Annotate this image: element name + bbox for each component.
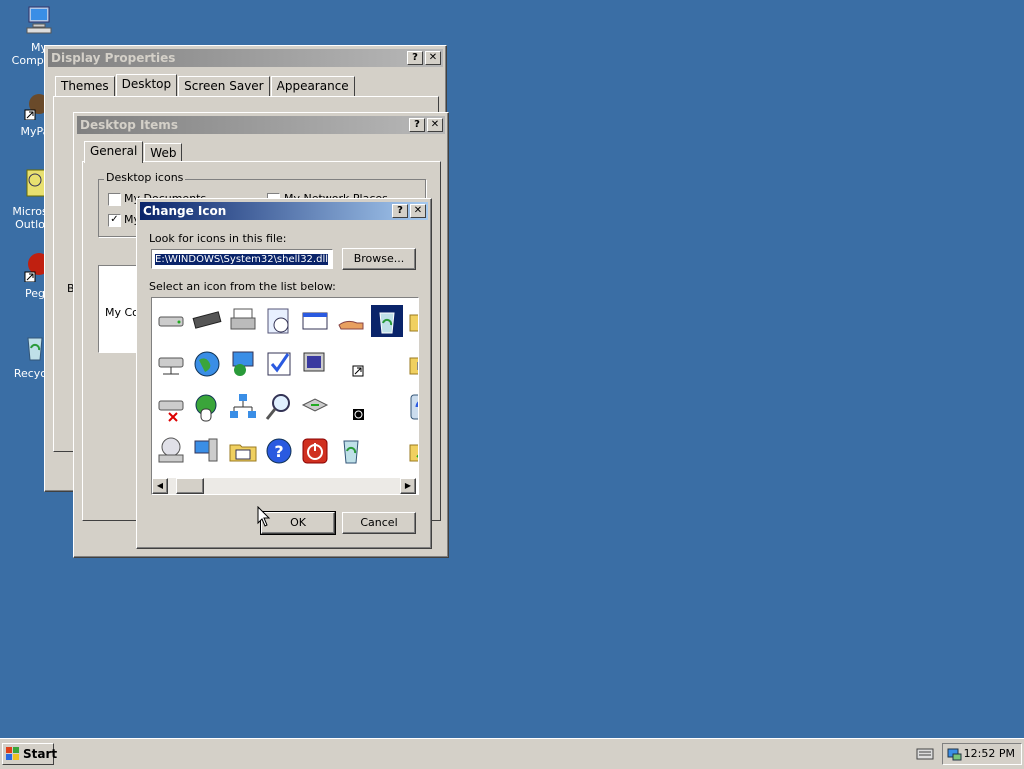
globe-icon[interactable] <box>190 347 224 381</box>
preview-item-label: My Co <box>105 306 139 319</box>
recycle-bin-icon[interactable] <box>334 434 368 468</box>
printer-icon[interactable] <box>226 304 260 338</box>
my-computer-checkbox[interactable]: ✓ <box>108 214 121 227</box>
recycle-bin-full-icon[interactable] <box>370 304 404 338</box>
window-icon[interactable] <box>298 304 332 338</box>
group-label: Desktop icons <box>104 171 186 184</box>
browse-button[interactable]: Browse... <box>342 248 416 270</box>
computers-icon[interactable] <box>190 434 224 468</box>
scroll-thumb[interactable] <box>176 478 204 494</box>
my-computer-icon <box>26 6 52 34</box>
start-label: Start <box>23 747 58 761</box>
mouse-globe-icon[interactable] <box>190 390 224 424</box>
hard-drive-icon[interactable] <box>154 304 188 338</box>
window-title: Desktop Items <box>80 118 178 132</box>
monitor-icon[interactable] <box>298 347 332 381</box>
change-icon-titlebar[interactable]: Change Icon ? ✕ <box>140 202 428 220</box>
file-path-value: E:\WINDOWS\System32\shell32.dll <box>155 254 328 265</box>
close-button[interactable]: ✕ <box>410 204 426 218</box>
horizontal-scrollbar[interactable]: ◀ ▶ <box>152 478 416 494</box>
network-drive-x-icon[interactable] <box>154 390 188 424</box>
tab-appearance[interactable]: Appearance <box>270 76 355 96</box>
mouse-cursor-icon <box>257 506 271 527</box>
help-button[interactable]: ? <box>392 204 408 218</box>
network-icon[interactable] <box>226 390 260 424</box>
start-button[interactable]: Start <box>2 743 58 765</box>
help-button[interactable]: ? <box>409 118 425 132</box>
taskbar: Start 12:52 PM <box>0 738 1024 769</box>
svg-text:?: ? <box>274 442 283 461</box>
keyboard-icon[interactable] <box>916 748 934 760</box>
scroll-left-button[interactable]: ◀ <box>152 478 168 494</box>
tab-screen-saver[interactable]: Screen Saver <box>178 76 270 96</box>
folder-icon[interactable] <box>406 304 418 338</box>
change-icon-dialog: Change Icon ? ✕ Look for icons in this f… <box>136 198 432 549</box>
system-tray: 12:52 PM <box>942 743 1022 765</box>
clock-badge-icon[interactable] <box>334 390 368 424</box>
tab-general[interactable]: General <box>84 141 144 163</box>
ok-button[interactable]: OK <box>260 511 336 535</box>
shutdown-icon[interactable] <box>298 434 332 468</box>
icon-list[interactable]: ? ◀ ▶ <box>151 297 419 495</box>
memory-chip-icon[interactable] <box>190 304 224 338</box>
display-properties-titlebar[interactable]: Display Properties ? ✕ <box>48 49 443 67</box>
scroll-right-button[interactable]: ▶ <box>400 478 416 494</box>
cancel-button[interactable]: Cancel <box>342 512 416 534</box>
drive-eject-icon[interactable] <box>298 390 332 424</box>
folder-network-icon[interactable] <box>406 347 418 381</box>
folder-programs-icon[interactable] <box>226 434 260 468</box>
search-icon[interactable] <box>262 390 296 424</box>
window-title: Display Properties <box>51 51 176 65</box>
icon-list-label: Select an icon from the list below: <box>149 280 336 293</box>
desktop-items-titlebar[interactable]: Desktop Items ? ✕ <box>77 116 445 134</box>
clock[interactable]: 12:52 PM <box>964 747 1015 760</box>
window-title: Change Icon <box>143 204 227 218</box>
tab-themes[interactable]: Themes <box>55 76 115 96</box>
close-button[interactable]: ✕ <box>427 118 443 132</box>
windows-logo-icon <box>6 747 19 760</box>
help-button[interactable]: ? <box>407 51 423 65</box>
cd-drive-icon[interactable] <box>154 434 188 468</box>
clock-document-icon[interactable] <box>262 304 296 338</box>
tab-web[interactable]: Web <box>144 143 183 163</box>
shortcut-arrow-icon[interactable] <box>334 347 368 381</box>
my-documents-checkbox[interactable] <box>108 193 121 206</box>
network-drive-icon[interactable] <box>154 347 188 381</box>
tab-desktop[interactable]: Desktop <box>115 74 178 96</box>
close-button[interactable]: ✕ <box>425 51 441 65</box>
help-icon[interactable]: ? <box>262 434 296 468</box>
shared-hand-icon[interactable] <box>334 304 368 338</box>
network-computer-icon[interactable] <box>226 347 260 381</box>
file-path-input[interactable]: E:\WINDOWS\System32\shell32.dll <box>151 249 333 269</box>
file-label: Look for icons in this file: <box>149 232 287 245</box>
network-tray-icon[interactable] <box>947 746 963 762</box>
refresh-icon[interactable] <box>406 390 418 424</box>
folder-network2-icon[interactable] <box>406 434 418 468</box>
checklist-icon[interactable] <box>262 347 296 381</box>
